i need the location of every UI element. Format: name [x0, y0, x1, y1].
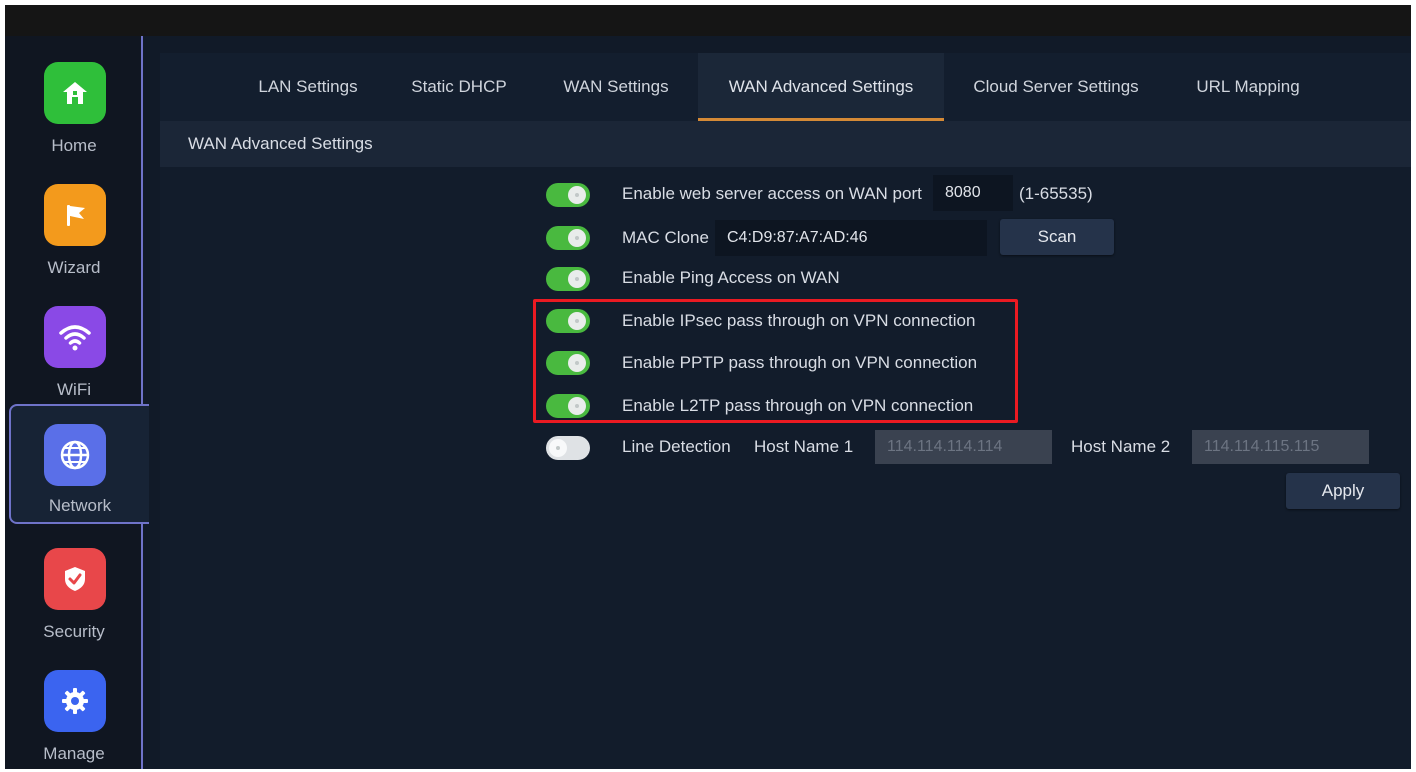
mac-clone-label: MAC Clone: [622, 228, 709, 247]
tab-bar: LAN Settings Static DHCP WAN Settings WA…: [160, 53, 1411, 121]
sidebar-item-security[interactable]: Security: [5, 530, 143, 650]
gear-icon: [44, 670, 106, 732]
line-detection-toggle[interactable]: [546, 436, 590, 460]
sidebar: Home Wizard WiFi Security Manage: [5, 36, 143, 769]
sidebar-item-wizard[interactable]: Wizard: [5, 166, 143, 286]
mac-address-input[interactable]: [715, 220, 987, 256]
ping-access-label: Enable Ping Access on WAN: [622, 268, 840, 287]
sidebar-item-manage[interactable]: Manage: [5, 652, 143, 772]
ping-access-toggle[interactable]: [546, 267, 590, 291]
sidebar-item-label: Network: [48, 496, 112, 515]
host-name-2-input[interactable]: [1192, 430, 1369, 464]
sidebar-item-label: Home: [51, 136, 97, 155]
section-header: WAN Advanced Settings: [160, 121, 1411, 167]
globe-icon: [44, 424, 106, 486]
tab-url-mapping[interactable]: URL Mapping: [1180, 53, 1316, 121]
ipsec-label: Enable IPsec pass through on VPN connect…: [622, 311, 976, 330]
sidebar-item-label: Wizard: [47, 258, 101, 277]
sidebar-item-wifi[interactable]: WiFi: [5, 288, 143, 408]
tab-static-dhcp[interactable]: Static DHCP: [398, 53, 520, 121]
line-detection-label: Line Detection: [622, 437, 731, 456]
shield-icon: [44, 548, 106, 610]
apply-button[interactable]: Apply: [1286, 473, 1400, 509]
web-access-toggle[interactable]: [546, 183, 590, 207]
section-title: WAN Advanced Settings: [188, 134, 373, 153]
sidebar-item-network[interactable]: Network: [9, 404, 149, 524]
sidebar-item-label: Security: [43, 622, 105, 641]
host-name-1-label: Host Name 1: [754, 437, 854, 456]
pptp-label: Enable PPTP pass through on VPN connecti…: [622, 353, 978, 372]
window-top-bar: [5, 5, 1411, 36]
sidebar-item-label: WiFi: [57, 380, 91, 399]
wifi-icon: [44, 306, 106, 368]
tab-wan-settings[interactable]: WAN Settings: [544, 53, 688, 121]
sidebar-item-home[interactable]: Home: [5, 44, 143, 164]
port-range-hint: (1-65535): [1019, 184, 1093, 203]
tab-lan-settings[interactable]: LAN Settings: [238, 53, 378, 121]
host-name-1-input[interactable]: [875, 430, 1052, 464]
l2tp-label: Enable L2TP pass through on VPN connecti…: [622, 396, 974, 415]
l2tp-toggle[interactable]: [546, 394, 590, 418]
tab-wan-advanced-settings[interactable]: WAN Advanced Settings: [698, 53, 944, 121]
wan-port-input[interactable]: [933, 175, 1013, 211]
home-icon: [44, 62, 106, 124]
web-access-label: Enable web server access on WAN port: [622, 184, 922, 203]
sidebar-item-label: Manage: [43, 744, 105, 763]
flag-icon: [44, 184, 106, 246]
mac-clone-toggle[interactable]: [546, 226, 590, 250]
scan-button[interactable]: Scan: [1000, 219, 1114, 255]
host-name-2-label: Host Name 2: [1071, 437, 1171, 456]
ipsec-toggle[interactable]: [546, 309, 590, 333]
pptp-toggle[interactable]: [546, 351, 590, 375]
tab-cloud-server-settings[interactable]: Cloud Server Settings: [960, 53, 1152, 121]
